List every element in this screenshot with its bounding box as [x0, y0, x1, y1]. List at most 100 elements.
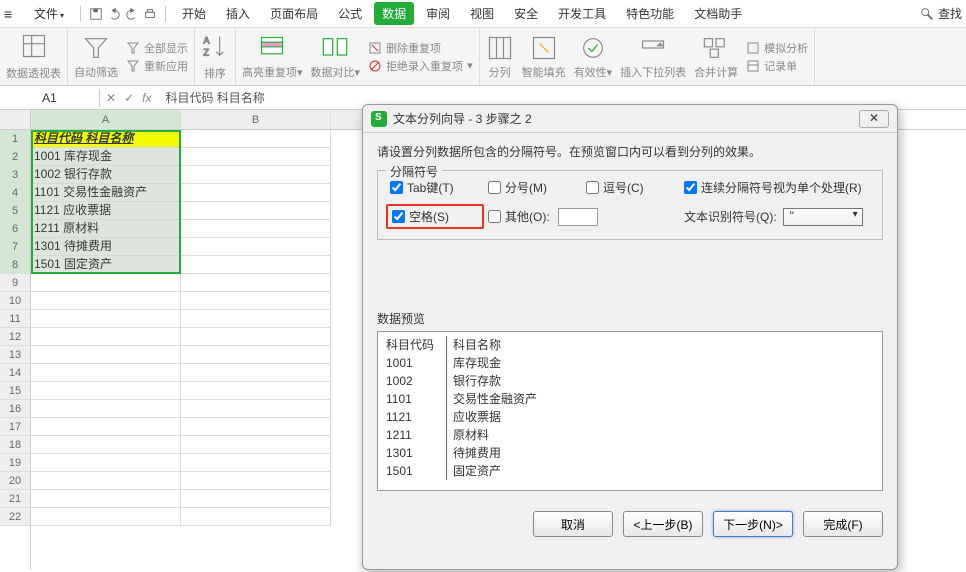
rowhdr-5[interactable]: 5 [0, 202, 30, 220]
rowhdr-21[interactable]: 21 [0, 490, 30, 508]
cell-B4[interactable] [181, 184, 331, 202]
cell-A1[interactable]: 科目代码 科目名称 [31, 130, 181, 148]
cell-B5[interactable] [181, 202, 331, 220]
rowhdr-17[interactable]: 17 [0, 418, 30, 436]
rowhdr-12[interactable]: 12 [0, 328, 30, 346]
cell-B12[interactable] [181, 328, 331, 346]
cell-A22[interactable] [31, 508, 181, 526]
close-icon[interactable]: ✕ [859, 110, 889, 128]
cancel-button[interactable]: 取消 [533, 511, 613, 537]
select-all-corner[interactable] [0, 110, 30, 130]
cell-A14[interactable] [31, 364, 181, 382]
cell-A7[interactable]: 1301 待摊费用 [31, 238, 181, 256]
cell-B11[interactable] [181, 310, 331, 328]
check-space[interactable]: 空格(S) [392, 208, 449, 225]
cell-A16[interactable] [31, 400, 181, 418]
ribbon-showall[interactable]: 全部显示 [126, 40, 188, 56]
finish-button[interactable]: 完成(F) [803, 511, 883, 537]
rowhdr-13[interactable]: 13 [0, 346, 30, 364]
cell-A9[interactable] [31, 274, 181, 292]
cell-B18[interactable] [181, 436, 331, 454]
undo-icon[interactable] [107, 7, 121, 21]
colhdr-B[interactable]: B [181, 110, 331, 129]
rowhdr-8[interactable]: 8 [0, 256, 30, 274]
cell-B2[interactable] [181, 148, 331, 166]
other-delimiter-input[interactable] [558, 208, 598, 226]
cell-A6[interactable]: 1211 原材料 [31, 220, 181, 238]
text-qualifier-select[interactable]: " [783, 208, 863, 226]
cell-B19[interactable] [181, 454, 331, 472]
check-other[interactable]: 其他(O): [488, 208, 676, 226]
cell-B10[interactable] [181, 292, 331, 310]
cell-A4[interactable]: 1101 交易性金融资产 [31, 184, 181, 202]
rowhdr-15[interactable]: 15 [0, 382, 30, 400]
cell-A12[interactable] [31, 328, 181, 346]
cell-A13[interactable] [31, 346, 181, 364]
rowhdr-16[interactable]: 16 [0, 400, 30, 418]
cell-B22[interactable] [181, 508, 331, 526]
rowhdr-10[interactable]: 10 [0, 292, 30, 310]
cell-B1[interactable] [181, 130, 331, 148]
cell-B7[interactable] [181, 238, 331, 256]
cell-A11[interactable] [31, 310, 181, 328]
menu-features[interactable]: 特色功能 [618, 2, 682, 25]
back-button[interactable]: <上一步(B) [623, 511, 703, 537]
menu-file[interactable]: 文件▾ [26, 2, 72, 25]
cell-B8[interactable] [181, 256, 331, 274]
fb-cancel-icon[interactable]: ✕ [106, 91, 116, 105]
cell-B20[interactable] [181, 472, 331, 490]
cell-B21[interactable] [181, 490, 331, 508]
ribbon-validity[interactable]: 有效性▾ [574, 34, 613, 80]
fb-fx-icon[interactable]: fx [142, 91, 151, 105]
menu-developer[interactable]: 开发工具 [550, 2, 614, 25]
check-comma[interactable]: 逗号(C) [586, 179, 676, 196]
check-semicolon[interactable]: 分号(M) [488, 179, 578, 196]
ribbon-flashfill[interactable]: 智能填充 [522, 34, 566, 80]
rowhdr-7[interactable]: 7 [0, 238, 30, 256]
cell-B17[interactable] [181, 418, 331, 436]
menu-pagelayout[interactable]: 页面布局 [262, 2, 326, 25]
menu-formulas[interactable]: 公式 [330, 2, 370, 25]
cell-A20[interactable] [31, 472, 181, 490]
rowhdr-22[interactable]: 22 [0, 508, 30, 526]
ribbon-datacompare[interactable]: 数据对比▾ [311, 34, 361, 80]
menu-security[interactable]: 安全 [506, 2, 546, 25]
rowhdr-9[interactable]: 9 [0, 274, 30, 292]
check-treat-consecutive[interactable]: 连续分隔符号视为单个处理(R) [684, 179, 870, 196]
search-icon[interactable] [920, 7, 934, 21]
rowhdr-2[interactable]: 2 [0, 148, 30, 166]
menu-home[interactable]: 开始 [174, 2, 214, 25]
rowhdr-14[interactable]: 14 [0, 364, 30, 382]
cell-A10[interactable] [31, 292, 181, 310]
cell-B15[interactable] [181, 382, 331, 400]
ribbon-delete-dup[interactable]: 删除重复项 [368, 40, 473, 56]
redo-icon[interactable] [125, 7, 139, 21]
next-button[interactable]: 下一步(N)> [713, 511, 793, 537]
rowhdr-19[interactable]: 19 [0, 454, 30, 472]
cell-A15[interactable] [31, 382, 181, 400]
ribbon-consolidate[interactable]: 合并计算 [694, 34, 738, 80]
cell-B14[interactable] [181, 364, 331, 382]
print-icon[interactable] [143, 7, 157, 21]
menu-data[interactable]: 数据 [374, 2, 414, 25]
menu-insert[interactable]: 插入 [218, 2, 258, 25]
cell-B9[interactable] [181, 274, 331, 292]
name-box[interactable]: A1 [0, 89, 100, 107]
cell-B13[interactable] [181, 346, 331, 364]
ribbon-dropdown[interactable]: 插入下拉列表 [620, 34, 686, 80]
rowhdr-11[interactable]: 11 [0, 310, 30, 328]
cell-A21[interactable] [31, 490, 181, 508]
cell-B6[interactable] [181, 220, 331, 238]
cell-A3[interactable]: 1002 银行存款 [31, 166, 181, 184]
dialog-titlebar[interactable]: 文本分列向导 - 3 步骤之 2 ✕ [363, 105, 897, 133]
ribbon-reject-dup[interactable]: 拒绝录入重复项▾ [368, 58, 473, 74]
cell-A2[interactable]: 1001 库存现金 [31, 148, 181, 166]
cell-B3[interactable] [181, 166, 331, 184]
ribbon-autofilter[interactable]: 自动筛选 [74, 34, 118, 80]
ribbon-sort[interactable]: AZ 排序 [195, 28, 236, 85]
colhdr-A[interactable]: A [31, 110, 181, 129]
check-tab[interactable]: Tab键(T) [390, 179, 480, 196]
rowhdr-1[interactable]: 1 [0, 130, 30, 148]
ribbon-highlight-dup[interactable]: 高亮重复项▾ [242, 34, 303, 80]
rowhdr-18[interactable]: 18 [0, 436, 30, 454]
